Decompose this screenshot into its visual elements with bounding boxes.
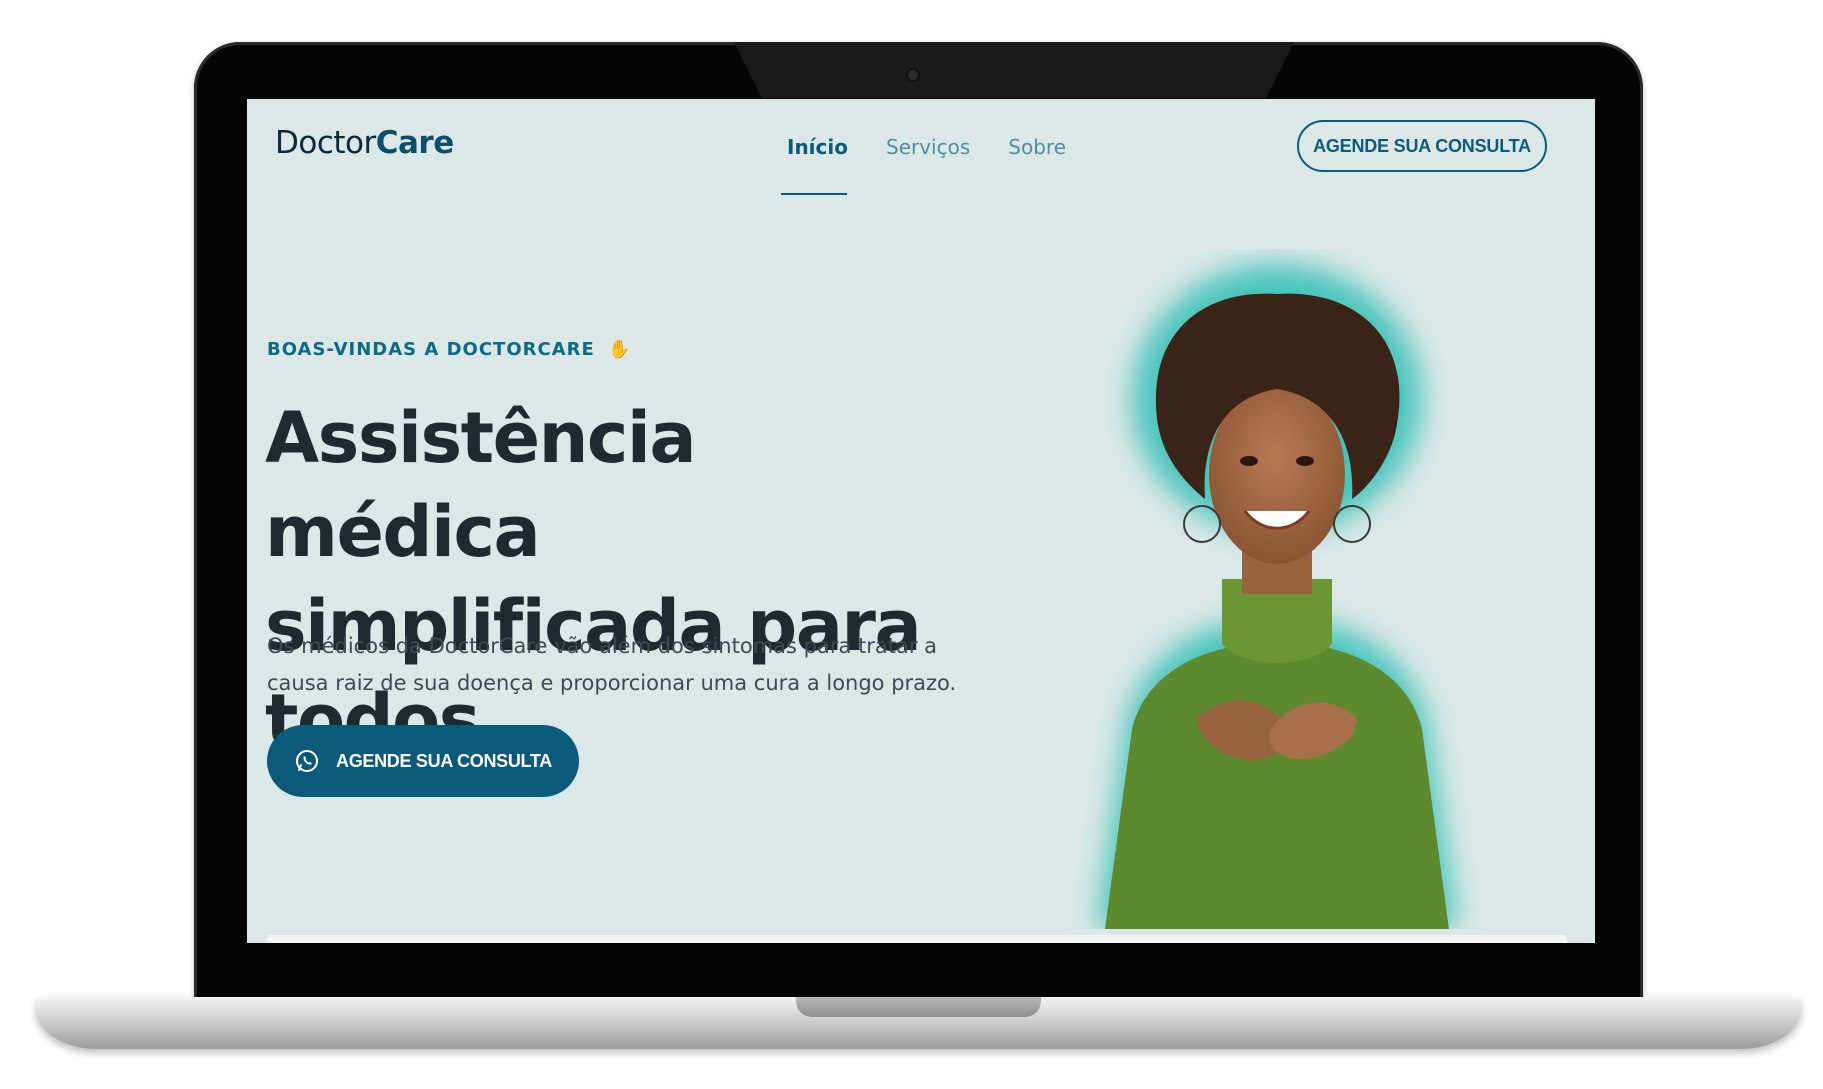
waving-hand-icon: ✋: [608, 339, 632, 360]
laptop-base: [36, 997, 1801, 1049]
hero-schedule-button-label: AGENDE SUA CONSULTA: [336, 750, 552, 771]
brand-logo[interactable]: DoctorCare: [275, 125, 454, 161]
brand-name-regular: Doctor: [275, 125, 376, 161]
nav-item-sobre[interactable]: Sobre: [1008, 135, 1066, 159]
next-section-edge: [267, 935, 1567, 943]
hero-eyebrow-text: BOAS-VINDAS A DOCTORCARE: [267, 339, 595, 360]
website-screen: DoctorCare Início Serviços Sobre AGENDE …: [247, 99, 1595, 943]
main-nav: Início Serviços Sobre: [787, 135, 1066, 159]
bezel-notch: [734, 42, 1294, 98]
hero-doctor-image: [1097, 264, 1457, 929]
hero-headline: Assistência médica simplificada para tod…: [265, 397, 922, 761]
nav-item-inicio[interactable]: Início: [787, 135, 848, 159]
header-schedule-button[interactable]: AGENDE SUA CONSULTA: [1297, 120, 1547, 172]
hero-eyebrow: BOAS-VINDAS A DOCTORCARE ✋: [267, 339, 631, 360]
nav-item-servicos[interactable]: Serviços: [886, 135, 970, 159]
laptop-base-notch: [796, 997, 1041, 1017]
whatsapp-icon: [296, 750, 318, 772]
brand-name-bold: Care: [375, 125, 454, 161]
camera-icon: [908, 70, 918, 80]
active-nav-indicator: [781, 193, 847, 195]
hero-description: Os médicos da DoctorCare vão além dos si…: [267, 634, 957, 695]
hero-schedule-button[interactable]: AGENDE SUA CONSULTA: [267, 725, 579, 797]
